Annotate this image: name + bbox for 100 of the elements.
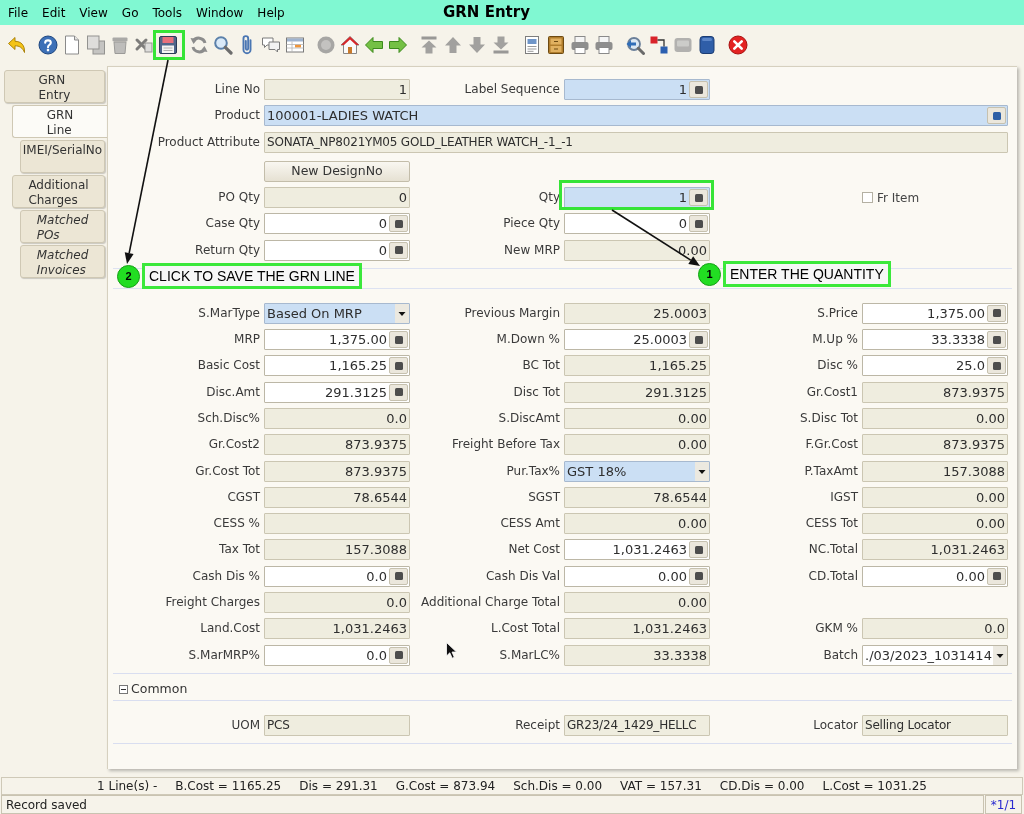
menu-item[interactable]: File: [8, 3, 29, 22]
number-field[interactable]: 0: [264, 213, 410, 235]
number-field[interactable]: 0: [264, 239, 410, 261]
search-icon[interactable]: [213, 35, 233, 55]
calculator-button[interactable]: [689, 81, 708, 98]
field-label: Locator: [813, 717, 858, 733]
menu-item[interactable]: Edit: [42, 3, 66, 22]
right-arrow-icon[interactable]: [388, 35, 408, 55]
read-only-field: 0.0: [862, 618, 1008, 640]
calculator-button[interactable]: [987, 357, 1006, 375]
tab[interactable]: Matched POs: [20, 210, 105, 243]
tab[interactable]: GRN Entry: [4, 70, 105, 103]
number-field[interactable]: 0.0: [264, 644, 410, 666]
callout-text: ENTER THE QUANTITY: [723, 261, 891, 287]
calculator-button[interactable]: [987, 304, 1006, 322]
left-arrow-icon[interactable]: [364, 35, 384, 55]
field-label: Batch: [823, 647, 858, 663]
number-field[interactable]: 25.0003: [564, 329, 710, 351]
action-button[interactable]: New DesignNo: [264, 160, 410, 182]
menu-item[interactable]: Help: [257, 3, 285, 22]
number-field[interactable]: 291.3125: [264, 381, 410, 403]
tab[interactable]: Additional Charges: [12, 175, 105, 208]
calculator-button[interactable]: [689, 541, 708, 559]
blank-page-icon[interactable]: [62, 35, 82, 55]
speech-bubbles-icon[interactable]: [261, 35, 281, 55]
read-only-field: 0.0: [264, 407, 410, 429]
summary-text: Dis = 291.31: [299, 778, 378, 795]
tab[interactable]: GRN Line: [12, 105, 107, 138]
field-label: CGST: [227, 489, 260, 505]
curved-arrow-icon[interactable]: [7, 35, 27, 55]
number-field[interactable]: 25.0: [862, 355, 1008, 377]
select-field[interactable]: GST 18%: [564, 460, 710, 482]
magnifier-arrow-icon[interactable]: [625, 35, 645, 55]
select-field[interactable]: Based On MRP: [264, 302, 410, 324]
field-label: Gr.Cost1: [806, 384, 858, 400]
square-icon: [394, 220, 403, 228]
number-field[interactable]: 1,375.00: [264, 329, 410, 351]
number-field[interactable]: 1,031.2463: [564, 539, 710, 561]
number-field[interactable]: 0.0: [264, 565, 410, 587]
menu-item[interactable]: Tools: [152, 3, 183, 22]
calculator-button[interactable]: [689, 567, 708, 585]
field-label: BC Tot: [522, 358, 560, 374]
field-label: Sch.Disc%: [197, 410, 260, 426]
highlight-frame: [153, 30, 185, 60]
field-label: S.Disc Tot: [800, 410, 858, 426]
select-field[interactable]: ./03/2023_1031414: [862, 644, 1008, 666]
calculator-button[interactable]: [389, 383, 408, 401]
square-icon: [992, 309, 1001, 318]
number-field[interactable]: 0.00: [862, 565, 1008, 587]
rounded-block-icon[interactable]: [697, 35, 717, 55]
lookup-field[interactable]: 100001-LADIES WATCH: [264, 105, 1008, 127]
field-label: Gr.Cost2: [208, 437, 260, 453]
read-only-field: 33.3338: [564, 644, 710, 666]
calculator-button[interactable]: [689, 215, 708, 233]
field-label: Tax Tot: [219, 542, 260, 558]
lookup-button[interactable]: [987, 107, 1006, 125]
printer-icon[interactable]: [594, 35, 614, 55]
menu-item[interactable]: Go: [121, 3, 139, 22]
number-field[interactable]: 1: [564, 79, 710, 100]
cabinet-icon[interactable]: [546, 35, 566, 55]
checkbox[interactable]: [862, 192, 873, 204]
field-label: Disc.Amt: [206, 384, 260, 400]
square-icon: [992, 111, 1001, 120]
tab[interactable]: IMEI/SerialNo: [20, 140, 105, 173]
calculator-button[interactable]: [389, 567, 408, 585]
number-field[interactable]: 33.3338: [862, 329, 1008, 351]
summary-text: Sch.Dis = 0.00: [513, 778, 603, 795]
table-icon[interactable]: [285, 35, 305, 55]
close-icon[interactable]: [728, 35, 748, 55]
number-field[interactable]: 1,375.00: [862, 302, 1008, 324]
refresh-icon[interactable]: [189, 35, 209, 55]
number-field[interactable]: 0.00: [564, 565, 710, 587]
number-field[interactable]: 1: [564, 187, 710, 209]
printer-icon[interactable]: [570, 35, 590, 55]
read-only-field: 291.3125: [564, 381, 710, 403]
field-label: NC.Total: [808, 542, 858, 558]
field-label: Land.Cost: [200, 621, 260, 637]
calculator-button[interactable]: [389, 331, 408, 349]
field-label: Freight Charges: [165, 595, 260, 611]
calculator-button[interactable]: [987, 567, 1006, 585]
calculator-button[interactable]: [689, 331, 708, 349]
help-icon[interactable]: [38, 35, 58, 55]
linked-squares-icon[interactable]: [649, 35, 669, 55]
calculator-button[interactable]: [987, 331, 1006, 349]
field-label: Disc %: [817, 358, 858, 374]
calculator-button[interactable]: [389, 241, 408, 259]
menu-item[interactable]: Window: [196, 3, 244, 22]
calculator-button[interactable]: [689, 189, 708, 207]
document-icon[interactable]: [522, 35, 542, 55]
tab[interactable]: Matched Invoices: [20, 245, 105, 278]
number-field[interactable]: 0: [564, 213, 710, 235]
house-icon[interactable]: [340, 35, 360, 55]
paperclip-icon[interactable]: [242, 35, 252, 55]
calculator-button[interactable]: [389, 215, 408, 233]
calculator-button[interactable]: [389, 646, 408, 664]
number-field[interactable]: 1,165.25: [264, 355, 410, 377]
field-label: Product Attribute: [157, 134, 260, 150]
calculator-button[interactable]: [389, 357, 408, 375]
section-toggle[interactable]: Common: [119, 680, 188, 699]
menu-item[interactable]: View: [79, 3, 108, 22]
